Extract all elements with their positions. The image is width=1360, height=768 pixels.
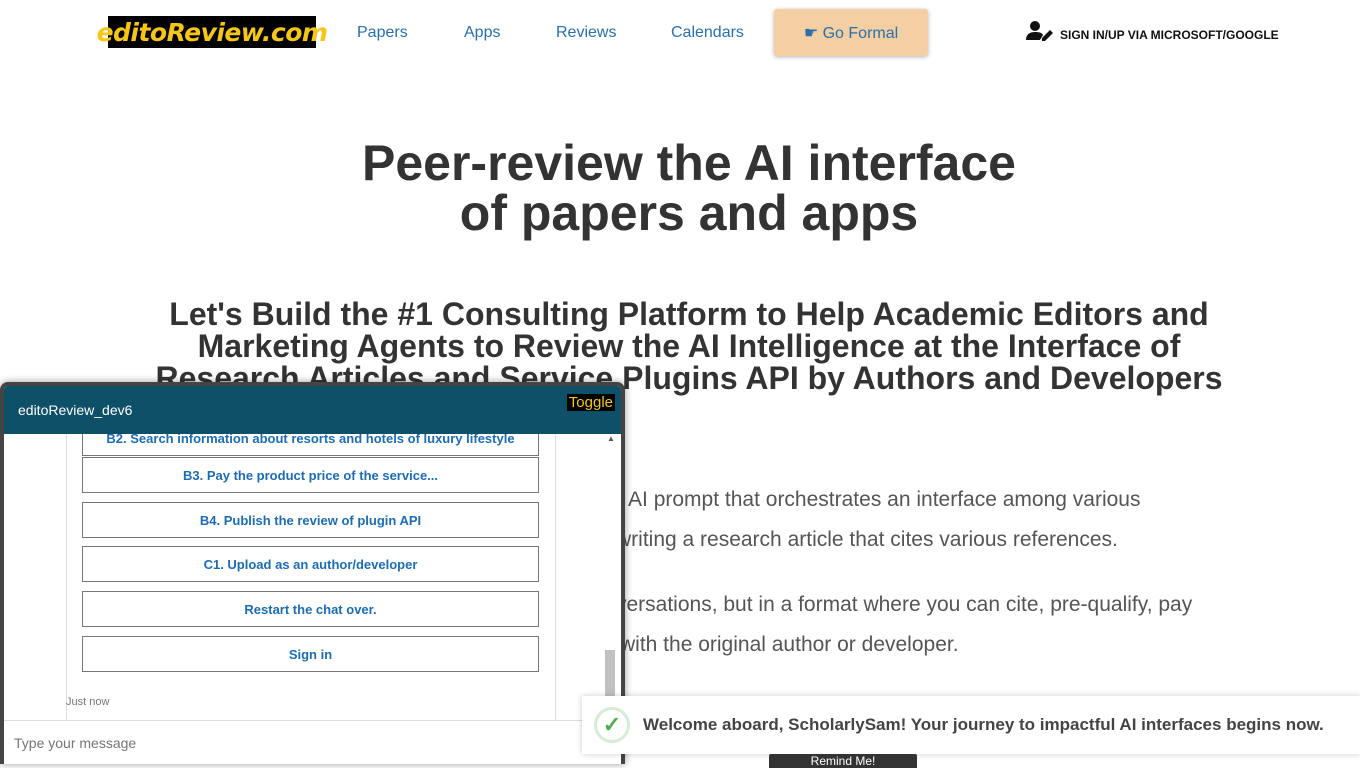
user-edit-icon [1026,21,1053,41]
chat-messages: B2. Search information about resorts and… [4,434,621,724]
welcome-toast: ✓ Welcome aboard, ScholarlySam! Your jou… [582,696,1360,754]
scrollbar-thumb[interactable] [605,650,615,696]
logo[interactable]: editoReview.com [97,16,328,48]
paragraph-text: versations, but in a format where you ca… [616,593,1193,616]
nav-reviews[interactable]: Reviews [556,24,616,42]
paragraph-text: with the original author or developer. [620,633,959,656]
toast-message: Welcome aboard, ScholarlySam! Your journ… [643,715,1324,734]
paragraph-text: an AI prompt that orchestrates an interf… [600,488,1141,511]
timestamp: Just now [66,696,110,708]
option-button[interactable]: B2. Search information about resorts and… [82,434,539,456]
option-button[interactable]: B4. Publish the review of plugin API [82,502,539,538]
nav-apps[interactable]: Apps [464,24,500,42]
go-formal-button[interactable]: ☛ Go Formal [774,9,928,56]
scroll-up-icon[interactable]: ▲ [605,434,617,443]
sign-in-link[interactable]: SIGN IN/UP VIA MICROSOFT/GOOGLE [1026,20,1279,42]
toggle-button[interactable]: Toggle [566,394,615,411]
option-button[interactable]: Restart the chat over. [82,591,539,627]
nav-calendars[interactable]: Calendars [671,24,744,42]
sign-in-label: SIGN IN/UP VIA MICROSOFT/GOOGLE [1060,28,1279,42]
scrollbar[interactable]: ▲ [605,434,617,696]
check-icon: ✓ [594,707,630,743]
remind-me-button[interactable]: Remind Me! [769,754,917,768]
sign-in-button[interactable]: Sign in [82,636,539,672]
message-input[interactable] [4,720,621,764]
option-button[interactable]: B3. Pay the product price of the service… [82,457,539,493]
page-title: Peer-review the AI interface of papers an… [362,135,1016,241]
chat-title: editoReview_dev6 [18,402,133,418]
chat-header: editoReview_dev6 Toggle [4,386,621,434]
option-button[interactable]: C1. Upload as an author/developer [82,546,539,582]
page-subtitle: Let's Build the #1 Consulting Platform t… [155,296,1223,396]
nav-papers[interactable]: Papers [357,24,408,42]
chat-widget: B2. Search information about resorts and… [0,382,625,764]
paragraph-text: writing a research article that cites va… [616,528,1118,551]
